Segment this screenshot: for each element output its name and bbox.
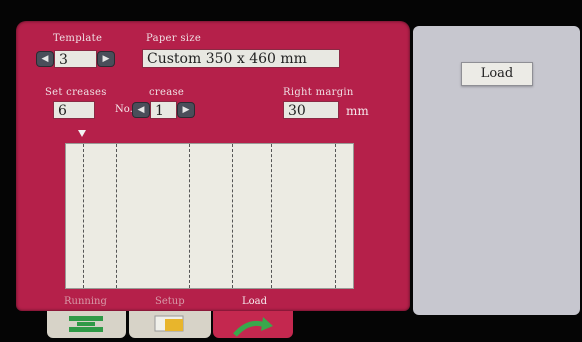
tab-running-label: Running bbox=[64, 296, 107, 307]
tab-setup[interactable] bbox=[129, 311, 211, 338]
crease-line bbox=[335, 144, 336, 288]
right-margin-unit: mm bbox=[346, 104, 369, 118]
crease-no-label: No. bbox=[115, 104, 133, 115]
set-creases-field[interactable]: 6 bbox=[53, 101, 95, 119]
load-button[interactable]: Load bbox=[461, 62, 533, 86]
tab-load-label: Load bbox=[242, 296, 268, 307]
load-arrow-icon bbox=[233, 317, 273, 337]
crease-label: crease bbox=[149, 87, 185, 98]
tab-setup-label: Setup bbox=[155, 296, 185, 307]
template-label: Template bbox=[53, 33, 103, 44]
paper-size-label: Paper size bbox=[146, 33, 202, 44]
crease-line bbox=[189, 144, 190, 288]
paper-size-field[interactable]: Custom 350 x 460 mm bbox=[142, 49, 340, 68]
crease-line bbox=[116, 144, 117, 288]
running-icon bbox=[69, 316, 103, 332]
tab-load[interactable] bbox=[213, 311, 293, 338]
right-margin-label: Right margin bbox=[283, 87, 354, 98]
template-prev-button[interactable]: ◀ bbox=[37, 52, 53, 66]
crease-line bbox=[271, 144, 272, 288]
right-margin-field[interactable]: 30 bbox=[283, 101, 339, 119]
template-value[interactable]: 3 bbox=[54, 50, 97, 68]
crease-prev-button[interactable]: ◀ bbox=[133, 103, 149, 117]
crease-number-field[interactable]: 1 bbox=[150, 101, 177, 119]
crease-next-button[interactable]: ▶ bbox=[178, 103, 194, 117]
set-creases-label: Set creases bbox=[45, 87, 107, 98]
crease-line bbox=[83, 144, 84, 288]
template-next-button[interactable]: ▶ bbox=[98, 52, 114, 66]
crease-position-marker bbox=[78, 130, 86, 137]
tab-running[interactable] bbox=[47, 311, 126, 338]
crease-preview bbox=[65, 143, 354, 289]
setup-icon bbox=[154, 315, 184, 332]
crease-line bbox=[232, 144, 233, 288]
